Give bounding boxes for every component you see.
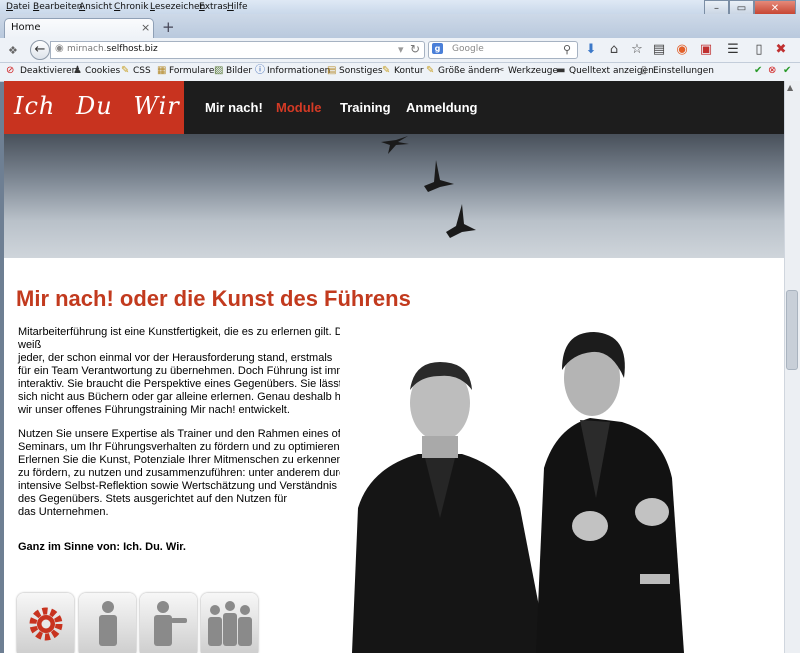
group-icon <box>205 598 255 649</box>
menu-datei[interactable]: Datei <box>6 0 30 14</box>
url-text[interactable]: mirnach.selfhost.biz <box>67 44 158 54</box>
images-icon: ▨ <box>214 65 224 76</box>
text-line: intensive Selbst-Reflektion sowie Wertsc… <box>18 480 337 492</box>
gear-icon <box>26 602 66 645</box>
toolbar-werkzeuge[interactable]: Werkzeuge <box>508 66 558 76</box>
search-icon[interactable]: ⚲ <box>563 43 571 56</box>
text-line: Nutzen Sie unsere Expertise als Trainer … <box>18 428 369 440</box>
addon-icon[interactable]: ❖ <box>8 44 18 57</box>
menu-chronik[interactable]: Chronik <box>114 0 148 14</box>
slogan: Ganz im Sinne von: Ich. Du. Wir. <box>18 541 186 553</box>
search-bar[interactable] <box>428 41 578 59</box>
module-tile-settings[interactable] <box>17 593 74 653</box>
check2-icon[interactable]: ✔ <box>783 65 791 77</box>
menu-extras[interactable]: Extras <box>199 0 227 14</box>
text-line: zu fördern, zu nutzen und zusammenzuführ… <box>18 467 351 479</box>
addon-red-icon[interactable]: ▣ <box>697 42 715 58</box>
check-icon[interactable]: ✔ <box>754 65 762 77</box>
error-icon[interactable]: ⊗ <box>768 65 776 77</box>
text-line: interaktiv. Sie braucht die Perspektive … <box>18 378 342 390</box>
google-icon[interactable]: g <box>432 43 443 54</box>
scrollbar-thumb[interactable] <box>786 290 798 370</box>
reload-icon[interactable]: ↻ <box>410 42 420 56</box>
dropdown-arrow-icon[interactable]: ▾ <box>398 43 404 56</box>
globe-icon: ◉ <box>55 43 64 54</box>
forms-icon: ▦ <box>157 65 167 76</box>
toolbar-einstellungen[interactable]: Einstellungen <box>653 66 714 76</box>
module-tile-leading[interactable] <box>140 593 197 653</box>
toolbar-bilder[interactable]: Bilder <box>226 66 252 76</box>
flying-birds-image <box>381 136 476 238</box>
disable-icon: ⊘ <box>6 65 15 76</box>
toolbar-sonstiges[interactable]: Sonstiges <box>339 66 383 76</box>
addon-k-icon[interactable]: ✖ <box>772 42 790 58</box>
tab-title: Home <box>11 22 41 33</box>
page-headline: Mir nach! oder die Kunst des Führens <box>16 286 411 311</box>
trainers-photo <box>340 318 784 653</box>
intro-paragraph: Mitarbeiterführung ist eine Kunstfertigk… <box>18 326 378 417</box>
toolbar-cookies[interactable]: Cookies <box>85 66 120 76</box>
menu-hilfe[interactable]: Hilfe <box>227 0 248 14</box>
person-icon <box>88 598 128 649</box>
tab-close-icon[interactable]: × <box>141 21 150 34</box>
toolbar-css[interactable]: CSS <box>133 66 151 76</box>
settings-doc-icon: ▯ <box>641 65 647 76</box>
nav-module[interactable]: Module <box>276 100 322 115</box>
bird-3 <box>446 204 476 238</box>
clipboard-icon[interactable]: ▤ <box>650 42 668 58</box>
toolbar-informationen[interactable]: Informationen <box>267 66 330 76</box>
bird-1 <box>381 136 409 154</box>
menu-bar: Datei Bearbeiten Ansicht Chronik Lesezei… <box>0 0 800 14</box>
text-line: wir unser offenes Führungstraining Mir n… <box>18 404 290 416</box>
logo-text[interactable]: Ich Du Wir <box>14 92 180 120</box>
misc-icon: ▤ <box>327 65 337 76</box>
source-icon: ▬ <box>556 65 566 76</box>
text-line: Mitarbeiterführung ist eine Kunstfertigk… <box>18 326 355 351</box>
text-line: Seminars, um Ihr Führungsverhalten zu fö… <box>18 441 343 453</box>
css-icon: ✎ <box>121 65 130 76</box>
new-tab-button[interactable]: + <box>162 20 175 35</box>
search-placeholder: Google <box>452 44 484 54</box>
module-tile-person[interactable] <box>79 593 136 653</box>
text-line: für ein Team Verantwortung zu übernehmen… <box>18 365 356 377</box>
text-line: des Gegenübers. Stets ausgerichtet auf d… <box>18 493 288 505</box>
nav-mir-nach[interactable]: Mir nach! <box>205 100 263 115</box>
scroll-up-icon[interactable]: ▲ <box>787 83 793 92</box>
expertise-paragraph: Nutzen Sie unsere Expertise als Trainer … <box>18 428 378 519</box>
person-pointing-icon <box>147 598 191 649</box>
nav-anmeldung[interactable]: Anmeldung <box>406 100 478 115</box>
menu-icon[interactable]: ☰ <box>724 42 742 58</box>
cookie-icon: ♟ <box>73 65 82 76</box>
toolbar-groesse-aendern[interactable]: Größe ändern <box>438 66 500 76</box>
hero-image <box>4 134 784 258</box>
toolbar-deaktivieren[interactable]: Deaktivieren <box>20 66 77 76</box>
tools-icon: ✂ <box>496 65 505 76</box>
menu-ansicht[interactable]: Ansicht <box>79 0 112 14</box>
addon-orange-icon[interactable]: ◉ <box>673 42 691 58</box>
download-icon[interactable]: ⬇ <box>582 42 600 58</box>
bookmark-star-icon[interactable]: ☆ <box>628 42 646 58</box>
menu-lesezeichen[interactable]: Lesezeichen <box>150 0 205 14</box>
bird-2 <box>424 160 454 192</box>
toolbar-formulare[interactable]: Formulare <box>169 66 214 76</box>
back-button[interactable]: ← <box>30 40 50 60</box>
sidebar-icon[interactable]: ▯ <box>750 42 768 58</box>
text-line: jeder, der schon einmal vor der Herausfo… <box>18 352 333 364</box>
text-line: sich nicht aus Büchern oder gar alleine … <box>18 391 366 403</box>
info-icon: ⓘ <box>255 65 265 76</box>
toolbar-kontur[interactable]: Kontur <box>394 66 424 76</box>
nav-training[interactable]: Training <box>340 100 391 115</box>
text-line: das Unternehmen. <box>18 506 109 518</box>
resize-icon: ✎ <box>426 65 435 76</box>
menu-bearbeiten[interactable]: Bearbeiten <box>33 0 82 14</box>
home-icon[interactable]: ⌂ <box>605 42 623 58</box>
module-tile-group[interactable] <box>201 593 258 653</box>
text-line: Erlernen Sie die Kunst, Potenziale Ihrer… <box>18 454 346 466</box>
outline-icon: ✎ <box>382 65 391 76</box>
